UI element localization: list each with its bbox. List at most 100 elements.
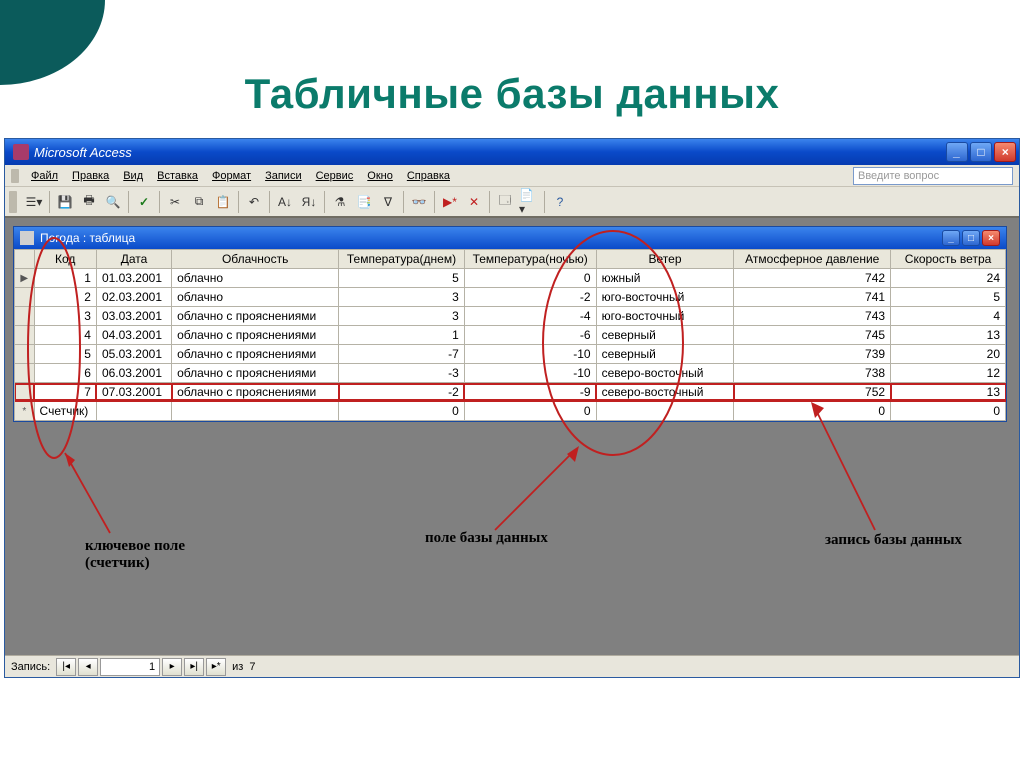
cell-wspeed[interactable]: 20	[891, 345, 1006, 364]
cell-tnight[interactable]: -10	[464, 345, 596, 364]
cell-press[interactable]: 739	[734, 345, 891, 364]
db-window-icon[interactable]: 🗔	[494, 191, 516, 213]
nav-new-button[interactable]: ▸*	[206, 658, 226, 676]
save-icon[interactable]: 💾	[54, 191, 76, 213]
cell-cloud[interactable]: облачно	[172, 288, 339, 307]
table-row[interactable]: 707.03.2001облачно с прояснениями-2-9сев…	[15, 383, 1006, 402]
select-all-corner[interactable]	[15, 250, 35, 269]
table-row[interactable]: *Счетчик)0000	[15, 402, 1006, 421]
cell-tnight[interactable]: 0	[464, 402, 596, 421]
print-icon[interactable]: 🖶	[78, 191, 100, 213]
cell-cloud[interactable]: облачно с прояснениями	[172, 383, 339, 402]
table-row[interactable]: 606.03.2001облачно с прояснениями-3-10се…	[15, 364, 1006, 383]
row-selector[interactable]	[15, 288, 35, 307]
cell-cloud[interactable]	[172, 402, 339, 421]
cell-tday[interactable]: 3	[339, 288, 465, 307]
col-code[interactable]: Код	[34, 250, 96, 269]
cell-date[interactable]: 02.03.2001	[96, 288, 171, 307]
cell-wspeed[interactable]: 13	[891, 383, 1006, 402]
cell-cloud[interactable]: облачно с прояснениями	[172, 364, 339, 383]
row-selector[interactable]: *	[15, 402, 35, 421]
close-button[interactable]: ×	[994, 142, 1016, 162]
cell-wind[interactable]: юго-восточный	[596, 288, 734, 307]
nav-prev-button[interactable]: ◂	[78, 658, 98, 676]
restore-button[interactable]: □	[970, 142, 992, 162]
cell-wind[interactable]: северо-восточный	[596, 383, 734, 402]
col-cloud[interactable]: Облачность	[172, 250, 339, 269]
col-tnight[interactable]: Температура(ночью)	[464, 250, 596, 269]
col-tday[interactable]: Температура(днем)	[339, 250, 465, 269]
cell-press[interactable]: 742	[734, 269, 891, 288]
col-wspeed[interactable]: Скорость ветра	[891, 250, 1006, 269]
menu-help[interactable]: Справка	[401, 168, 456, 184]
table-row[interactable]: 202.03.2001облачно3-2юго-восточный7415	[15, 288, 1006, 307]
cell-press[interactable]: 743	[734, 307, 891, 326]
cell-date[interactable]: 04.03.2001	[96, 326, 171, 345]
cell-code[interactable]: Счетчик)	[34, 402, 96, 421]
doc-maximize-button[interactable]: □	[962, 230, 980, 246]
cell-wspeed[interactable]: 24	[891, 269, 1006, 288]
cell-press[interactable]: 752	[734, 383, 891, 402]
cell-cloud[interactable]: облачно с прояснениями	[172, 326, 339, 345]
sort-desc-icon[interactable]: Я↓	[298, 191, 320, 213]
cell-press[interactable]: 738	[734, 364, 891, 383]
cell-code[interactable]: 5	[34, 345, 96, 364]
cell-cloud[interactable]: облачно	[172, 269, 339, 288]
col-press[interactable]: Атмосферное давление	[734, 250, 891, 269]
cell-tday[interactable]: -7	[339, 345, 465, 364]
table-row[interactable]: 505.03.2001облачно с прояснениями-7-10се…	[15, 345, 1006, 364]
menu-insert[interactable]: Вставка	[151, 168, 204, 184]
nav-last-button[interactable]: ▸|	[184, 658, 204, 676]
cell-code[interactable]: 2	[34, 288, 96, 307]
cell-date[interactable]: 06.03.2001	[96, 364, 171, 383]
cell-date[interactable]: 03.03.2001	[96, 307, 171, 326]
col-date[interactable]: Дата	[96, 250, 171, 269]
filter-selection-icon[interactable]: ⚗	[329, 191, 351, 213]
cell-tnight[interactable]: -4	[464, 307, 596, 326]
cut-icon[interactable]: ✂	[164, 191, 186, 213]
cell-press[interactable]: 745	[734, 326, 891, 345]
minimize-button[interactable]: _	[946, 142, 968, 162]
menu-format[interactable]: Формат	[206, 168, 257, 184]
table-row[interactable]: 303.03.2001облачно с прояснениями3-4юго-…	[15, 307, 1006, 326]
menu-window[interactable]: Окно	[361, 168, 399, 184]
find-icon[interactable]: 👓	[408, 191, 430, 213]
row-selector[interactable]	[15, 307, 35, 326]
copy-icon[interactable]: ⧉	[188, 191, 210, 213]
spelling-icon[interactable]: ✓	[133, 191, 155, 213]
menu-records[interactable]: Записи	[259, 168, 308, 184]
menu-view[interactable]: Вид	[117, 168, 149, 184]
cell-code[interactable]: 7	[34, 383, 96, 402]
cell-date[interactable]	[96, 402, 171, 421]
cell-tnight[interactable]: 0	[464, 269, 596, 288]
new-record-icon[interactable]: ▶*	[439, 191, 461, 213]
cell-tnight[interactable]: -6	[464, 326, 596, 345]
undo-icon[interactable]: ↶	[243, 191, 265, 213]
cell-tday[interactable]: 5	[339, 269, 465, 288]
delete-record-icon[interactable]: ✕	[463, 191, 485, 213]
row-selector[interactable]	[15, 326, 35, 345]
menu-edit[interactable]: Правка	[66, 168, 115, 184]
doc-close-button[interactable]: ×	[982, 230, 1000, 246]
sort-asc-icon[interactable]: A↓	[274, 191, 296, 213]
nav-first-button[interactable]: |◂	[56, 658, 76, 676]
cell-wind[interactable]: юго-восточный	[596, 307, 734, 326]
help-icon[interactable]: ?	[549, 191, 571, 213]
cell-code[interactable]: 4	[34, 326, 96, 345]
row-selector[interactable]	[15, 345, 35, 364]
menu-tools[interactable]: Сервис	[310, 168, 360, 184]
cell-cloud[interactable]: облачно с прояснениями	[172, 307, 339, 326]
cell-cloud[interactable]: облачно с прояснениями	[172, 345, 339, 364]
cell-wspeed[interactable]: 0	[891, 402, 1006, 421]
new-object-icon[interactable]: 📄▾	[518, 191, 540, 213]
cell-tday[interactable]: 3	[339, 307, 465, 326]
table-row[interactable]: ▶101.03.2001облачно50южный74224	[15, 269, 1006, 288]
cell-wind[interactable]: южный	[596, 269, 734, 288]
cell-tnight[interactable]: -10	[464, 364, 596, 383]
table-row[interactable]: 404.03.2001облачно с прояснениями1-6севе…	[15, 326, 1006, 345]
cell-wspeed[interactable]: 4	[891, 307, 1006, 326]
print-preview-icon[interactable]: 🔍	[102, 191, 124, 213]
toolbar-grip[interactable]	[9, 191, 17, 213]
cell-press[interactable]: 741	[734, 288, 891, 307]
cell-tnight[interactable]: -2	[464, 288, 596, 307]
